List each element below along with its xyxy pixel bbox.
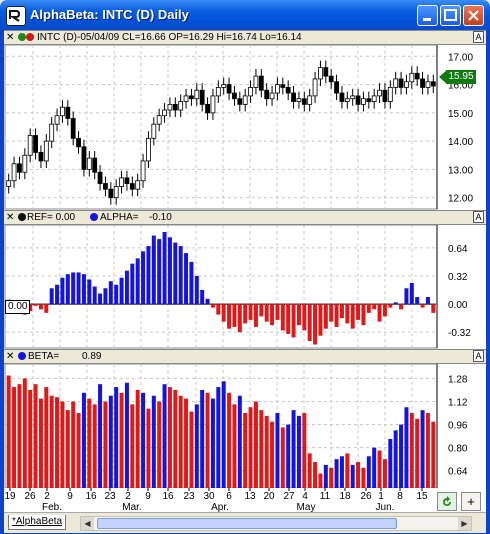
last-price-arrow-icon <box>439 70 447 84</box>
close-x-icon[interactable]: ✕ <box>6 211 14 224</box>
maximize-icon <box>444 9 457 21</box>
minimize-button[interactable] <box>417 5 438 26</box>
plus-icon: + <box>467 494 475 509</box>
green-dot-icon <box>18 33 26 41</box>
price-legend: INTC (D)-05/04/09 CL=16.66 OP=16.29 Hi=1… <box>37 32 302 43</box>
alpha-axis-button[interactable]: A <box>473 211 484 223</box>
price-pane-header: ✕ INTC (D)-05/04/09 CL=16.66 OP=16.29 Hi… <box>4 30 486 45</box>
scrollbar-thumb[interactable] <box>97 518 397 529</box>
scroll-left-icon[interactable]: ◀ <box>81 517 94 530</box>
close-icon <box>468 10 479 21</box>
last-price-flag: 15.95 <box>446 70 476 84</box>
beta-dot-icon <box>18 352 26 360</box>
horizontal-scrollbar[interactable]: ◀ ▶ <box>80 516 472 531</box>
beta-label: BETA= <box>28 351 60 362</box>
alpha-value: -0.10 <box>149 212 172 223</box>
title-bar[interactable]: AlphaBeta: INTC (D) Daily <box>0 0 490 30</box>
refresh-button[interactable] <box>437 492 457 511</box>
app-logo-icon <box>6 6 26 26</box>
beta-axis-button[interactable]: A <box>473 350 484 362</box>
minimize-icon <box>423 18 431 21</box>
close-button[interactable] <box>463 5 484 26</box>
close-x-icon[interactable]: ✕ <box>6 31 14 44</box>
red-dot-icon <box>26 33 34 41</box>
bottom-bar: *AlphaBeta ◀ ▶ <box>4 512 486 533</box>
price-axis-button[interactable]: A <box>473 31 484 43</box>
chart-client-area <box>4 30 486 512</box>
alpha-pane-header: ✕ REF= 0.00 ALPHA= -0.10 A <box>4 210 486 225</box>
beta-value: 0.89 <box>82 351 102 362</box>
zero-marker: 0.00 <box>5 300 31 314</box>
alpha-dot-icon <box>90 213 98 221</box>
refresh-icon <box>443 496 451 506</box>
ref-label: REF= 0.00 <box>27 212 76 223</box>
add-pane-button[interactable]: + <box>461 492 481 511</box>
sheet-tab-alphabeta[interactable]: *AlphaBeta <box>8 515 67 530</box>
maximize-button[interactable] <box>440 5 461 26</box>
close-x-icon[interactable]: ✕ <box>6 350 14 363</box>
scroll-right-icon[interactable]: ▶ <box>458 517 471 530</box>
window-title: AlphaBeta: INTC (D) Daily <box>30 7 189 22</box>
ref-dot-icon <box>18 213 26 221</box>
alpha-label: ALPHA= <box>100 212 139 223</box>
beta-pane-header: ✕ BETA= 0.89 A <box>4 349 486 364</box>
